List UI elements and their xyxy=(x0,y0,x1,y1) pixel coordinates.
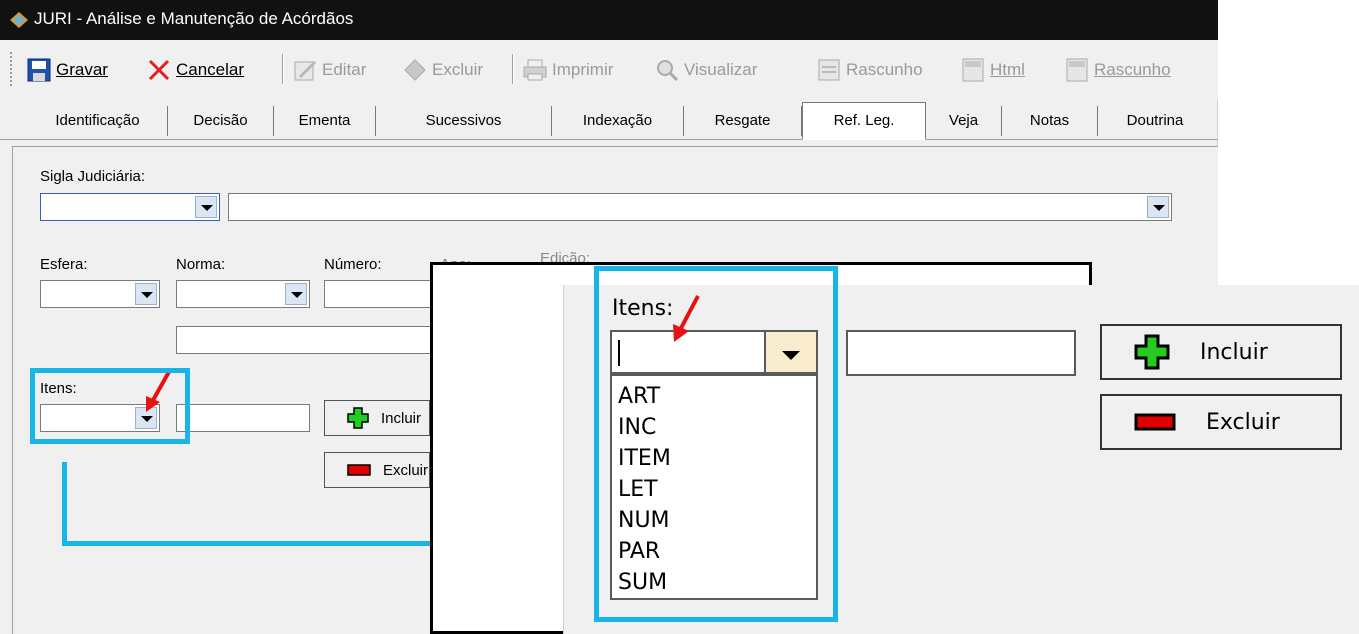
toolbar-separator xyxy=(512,54,514,84)
esfera-combo[interactable] xyxy=(40,280,160,308)
numero-input[interactable] xyxy=(324,280,434,308)
esfera-label: Esfera: xyxy=(40,256,88,273)
print-button[interactable]: Imprimir xyxy=(522,54,613,86)
chevron-down-icon[interactable] xyxy=(195,196,217,218)
chevron-down-icon[interactable] xyxy=(1147,196,1169,218)
print-label: Imprimir xyxy=(552,60,614,79)
draft-html-label: Rascunho xyxy=(1094,60,1171,79)
tab-indexacao[interactable]: Indexação xyxy=(552,106,684,136)
tab-ref-leg[interactable]: Ref. Leg. xyxy=(802,102,926,140)
save-button[interactable]: Gravar xyxy=(26,54,108,86)
itens-highlight-box xyxy=(30,368,190,444)
tmp-draft-icon xyxy=(818,59,840,81)
incluir-button[interactable]: Incluir xyxy=(324,400,430,436)
sigla-description-combo[interactable] xyxy=(228,193,1172,221)
html-button[interactable]: Html xyxy=(960,54,1025,86)
plus-icon xyxy=(347,407,369,429)
norma-label: Norma: xyxy=(176,256,226,273)
numero-label: Número: xyxy=(324,256,382,273)
zoom-incluir-label: Incluir xyxy=(1200,339,1268,365)
toolbar-grip[interactable] xyxy=(10,52,14,86)
html-label: Html xyxy=(990,60,1025,79)
tab-resgate[interactable]: Resgate xyxy=(684,106,802,136)
preview-icon xyxy=(657,60,679,82)
connector-vertical xyxy=(62,462,67,546)
pointer-arrow-icon xyxy=(673,295,700,342)
delete-label: Excluir xyxy=(432,60,484,79)
minus-icon xyxy=(1134,413,1176,431)
html-icon xyxy=(962,58,984,82)
zoom-excluir-label: Excluir xyxy=(1206,409,1280,435)
chevron-down-icon[interactable] xyxy=(285,283,307,305)
norma-description-input[interactable] xyxy=(176,326,436,354)
sigla-label: Sigla Judiciária: xyxy=(40,168,146,185)
tab-notas[interactable]: Notas xyxy=(1002,106,1098,136)
edit-icon xyxy=(294,60,317,81)
zoom-incluir-button[interactable]: Incluir xyxy=(1100,324,1342,380)
delete-icon xyxy=(404,59,426,81)
incluir-label: Incluir xyxy=(381,409,422,427)
save-label: Gravar xyxy=(56,60,108,79)
chevron-down-icon[interactable] xyxy=(135,283,157,305)
zoom-itens-highlight-box xyxy=(594,266,838,622)
zoom-itens-value-input[interactable] xyxy=(846,330,1076,376)
draft-html-button[interactable]: Rascunho xyxy=(1064,54,1171,86)
draft-button[interactable]: Rascunho xyxy=(816,54,923,86)
minus-icon xyxy=(347,464,371,476)
toolbar: Gravar Cancelar Editar Excluir Imprimir … xyxy=(0,40,1218,100)
app-icon xyxy=(10,12,28,28)
tab-veja[interactable]: Veja xyxy=(926,106,1002,136)
excluir-label: Excluir xyxy=(383,461,429,479)
zoom-excluir-button[interactable]: Excluir xyxy=(1100,394,1342,450)
excluir-button[interactable]: Excluir xyxy=(324,452,430,488)
plus-icon xyxy=(1134,334,1170,370)
draft-label: Rascunho xyxy=(846,60,923,79)
toolbar-separator xyxy=(282,54,284,84)
itens-value-input[interactable] xyxy=(176,404,310,432)
sigla-combo[interactable] xyxy=(40,193,220,221)
cancel-button[interactable]: Cancelar xyxy=(146,54,244,86)
tab-ementa[interactable]: Ementa xyxy=(274,106,376,136)
cancel-x-icon xyxy=(148,59,170,81)
window-title: JURI - Análise e Manutenção de Acórdãos xyxy=(34,9,354,28)
tmp-draft-html-icon xyxy=(1066,58,1088,82)
tab-identificacao[interactable]: Identificação xyxy=(28,106,168,136)
cancel-label: Cancelar xyxy=(176,60,245,79)
preview-button[interactable]: Visualizar xyxy=(654,54,757,86)
edit-button[interactable]: Editar xyxy=(292,54,366,86)
tab-strip: Identificação Decisão Ementa Sucessivos … xyxy=(0,100,1218,140)
title-bar: JURI - Análise e Manutenção de Acórdãos xyxy=(0,0,1218,40)
tab-decisao[interactable]: Decisão xyxy=(168,106,274,136)
delete-button[interactable]: Excluir xyxy=(402,54,483,86)
preview-label: Visualizar xyxy=(684,60,758,79)
tab-doutrina[interactable]: Doutrina xyxy=(1098,106,1212,136)
edit-label: Editar xyxy=(322,60,367,79)
tab-sucessivos[interactable]: Sucessivos xyxy=(376,106,552,136)
norma-combo[interactable] xyxy=(176,280,310,308)
save-icon xyxy=(27,58,51,82)
printer-icon xyxy=(523,59,547,81)
